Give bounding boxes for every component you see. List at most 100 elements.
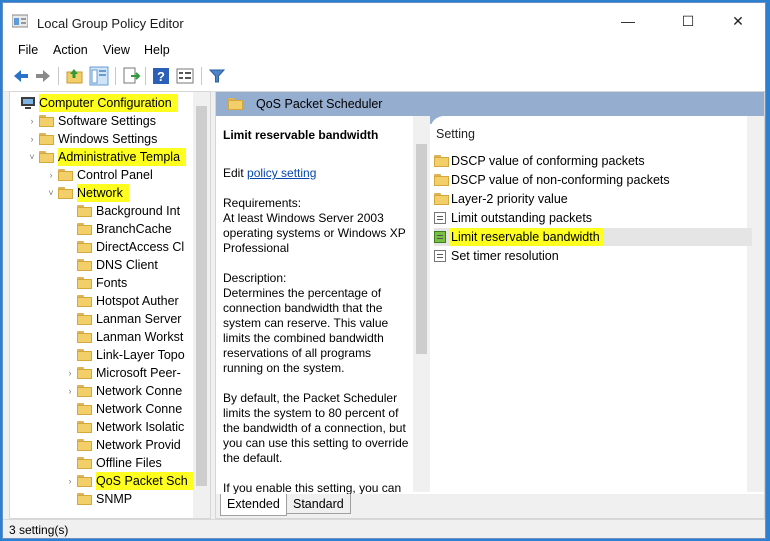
tree-item[interactable]: › Microsoft Peer-: [10, 364, 193, 382]
folder-icon: [39, 133, 54, 145]
export-list-icon[interactable]: [121, 66, 141, 86]
setting-column-header[interactable]: Setting: [436, 127, 475, 141]
menu-help[interactable]: Help: [144, 43, 170, 57]
group-policy-app-icon: [12, 14, 28, 28]
tree-item[interactable]: Computer Configuration: [10, 94, 193, 112]
settings-scrollbar[interactable]: [747, 116, 764, 492]
tree-scroll-thumb[interactable]: [196, 106, 207, 486]
tree-item-label: Microsoft Peer-: [96, 366, 181, 380]
minimize-button[interactable]: —: [605, 3, 651, 39]
show-hide-tree-icon[interactable]: [89, 66, 109, 86]
tree-item[interactable]: Network Provid: [10, 436, 193, 454]
menu-action[interactable]: Action: [53, 43, 88, 57]
expand-chevron-icon: [65, 202, 75, 220]
tree-item-label: Network Conne: [96, 402, 183, 416]
tree-item[interactable]: DirectAccess Cl: [10, 238, 193, 256]
tree-item[interactable]: SNMP: [10, 490, 193, 508]
tab-extended[interactable]: Extended: [220, 494, 287, 516]
folder-icon: [77, 205, 92, 217]
tree-item-label: Lanman Workst: [96, 330, 184, 344]
tree-item[interactable]: Link-Layer Topo: [10, 346, 193, 364]
title-bar: Local Group Policy Editor — ☐ ✕: [3, 3, 765, 39]
tree-item-label: Network Conne: [96, 384, 183, 398]
details-header: QoS Packet Scheduler: [216, 92, 764, 116]
expand-chevron-icon[interactable]: ›: [46, 166, 56, 184]
tree-item[interactable]: Offline Files: [10, 454, 193, 472]
folder-icon: [77, 493, 92, 505]
tree-item[interactable]: Fonts: [10, 274, 193, 292]
folder-icon: [58, 187, 73, 199]
expand-chevron-icon: [65, 436, 75, 454]
tree-item[interactable]: Hotspot Auther: [10, 292, 193, 310]
expand-chevron-icon[interactable]: ›: [27, 130, 37, 148]
setting-row[interactable]: Limit reservable bandwidth: [434, 228, 752, 246]
tree-item[interactable]: › Software Settings: [10, 112, 193, 130]
tree-item[interactable]: BranchCache: [10, 220, 193, 238]
close-button[interactable]: ✕: [715, 3, 761, 39]
tree-item[interactable]: Lanman Server: [10, 310, 193, 328]
tree-item-label: Network Isolatic: [96, 420, 185, 434]
setting-label: Layer-2 priority value: [451, 192, 568, 206]
menu-bar: File Action View Help: [3, 39, 765, 61]
folder-icon: [77, 421, 92, 433]
collapse-chevron-icon[interactable]: ˅: [27, 148, 37, 166]
back-arrow-icon[interactable]: [11, 66, 31, 86]
expand-chevron-icon[interactable]: ›: [27, 112, 37, 130]
folder-icon: [77, 385, 92, 397]
tree-item[interactable]: Network Isolatic: [10, 418, 193, 436]
folder-icon: [77, 331, 92, 343]
expand-chevron-icon: [65, 238, 75, 256]
folder-icon: [58, 169, 73, 181]
tree-item[interactable]: Lanman Workst: [10, 328, 193, 346]
help-icon[interactable]: ?: [151, 66, 171, 86]
tree-item[interactable]: Network Conne: [10, 400, 193, 418]
expand-chevron-icon: [65, 292, 75, 310]
expand-chevron-icon: [65, 400, 75, 418]
collapse-chevron-icon[interactable]: ˅: [46, 184, 56, 202]
tree-item[interactable]: Background Int: [10, 202, 193, 220]
tab-standard[interactable]: Standard: [286, 494, 351, 514]
description-scrollbar[interactable]: [413, 116, 430, 492]
tree-item-label: Computer Configuration: [39, 94, 178, 112]
menu-view[interactable]: View: [103, 43, 130, 57]
policy-setting-icon: [434, 250, 446, 262]
details-pane: QoS Packet Scheduler Limit reservable ba…: [215, 91, 765, 519]
folder-icon: [434, 174, 449, 186]
tree-item[interactable]: ˅ Network: [10, 184, 193, 202]
window-title: Local Group Policy Editor: [37, 16, 184, 31]
expand-chevron-icon: [65, 346, 75, 364]
setting-description: Limit reservable bandwidth Edit policy s…: [223, 128, 413, 518]
expand-chevron-icon[interactable]: ›: [65, 364, 75, 382]
expand-chevron-icon[interactable]: ›: [65, 382, 75, 400]
properties-icon[interactable]: [175, 66, 195, 86]
tree-item-label: Offline Files: [96, 456, 162, 470]
expand-chevron-icon: [65, 454, 75, 472]
tree-item-label: Network Provid: [96, 438, 181, 452]
description-scroll-thumb[interactable]: [416, 144, 427, 354]
menu-file[interactable]: File: [18, 43, 38, 57]
folder-icon: [77, 313, 92, 325]
details-header-title: QoS Packet Scheduler: [256, 97, 383, 111]
folder-icon: [77, 349, 92, 361]
folder-icon: [77, 403, 92, 415]
up-folder-icon[interactable]: [65, 66, 85, 86]
policy-setting-link[interactable]: policy setting: [247, 166, 316, 180]
tree-scrollbar[interactable]: [193, 92, 210, 518]
edit-line: Edit policy setting: [223, 166, 413, 181]
expand-chevron-icon: [65, 490, 75, 508]
forward-arrow-icon[interactable]: [33, 66, 53, 86]
tree-pane[interactable]: Computer Configuration › Software Settings…: [9, 91, 211, 519]
maximize-button[interactable]: ☐: [665, 3, 711, 39]
tree-item[interactable]: ˅ Administrative Templa: [10, 148, 193, 166]
expand-chevron-icon[interactable]: ›: [65, 472, 75, 490]
tree-item[interactable]: › Windows Settings: [10, 130, 193, 148]
view-tabs: Extended Standard: [216, 494, 764, 518]
folder-icon: [77, 259, 92, 271]
tree-item[interactable]: › QoS Packet Sch: [10, 472, 194, 490]
folder-icon: [77, 223, 92, 235]
edit-prefix: Edit: [223, 166, 244, 180]
tree-item[interactable]: › Network Conne: [10, 382, 193, 400]
tree-item[interactable]: › Control Panel: [10, 166, 193, 184]
filter-icon[interactable]: [207, 66, 227, 86]
tree-item[interactable]: DNS Client: [10, 256, 193, 274]
